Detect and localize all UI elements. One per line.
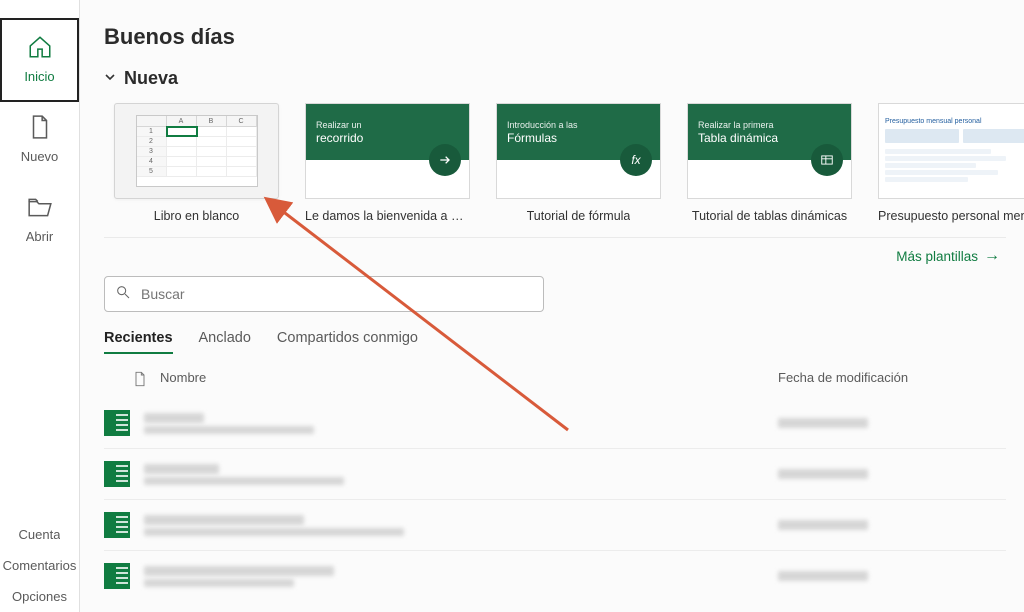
template-caption: Libro en blanco: [154, 209, 239, 223]
search-box[interactable]: [104, 276, 544, 312]
template-pivot-tutorial[interactable]: Realizar la primera Tabla dinámica Tutor…: [687, 103, 852, 223]
sidebar-label-account: Cuenta: [19, 527, 61, 542]
file-list-headers: Nombre Fecha de modificación: [104, 370, 1006, 398]
sidebar: Inicio Nuevo Abrir Cuenta Comentarios Op…: [0, 0, 80, 612]
sidebar-item-options[interactable]: Opciones: [0, 581, 79, 612]
sidebar-item-feedback[interactable]: Comentarios: [0, 550, 79, 581]
greeting-title: Buenos días: [104, 24, 1006, 50]
document-icon: [132, 370, 160, 388]
template-formula-tutorial[interactable]: Introducción a las Fórmulas fx Tutorial …: [496, 103, 661, 223]
section-new-title: Nueva: [124, 68, 178, 89]
template-caption: Tutorial de fórmula: [527, 209, 631, 223]
home-icon: [27, 34, 53, 63]
sidebar-label-feedback: Comentarios: [3, 558, 77, 573]
template-thumb-budget: Presupuesto mensual personal: [878, 103, 1024, 199]
template-thumb-blank: ABC 1 2 3 4 5: [114, 103, 279, 199]
arrow-right-icon: →: [984, 248, 1000, 264]
file-row[interactable]: [104, 499, 1006, 550]
new-file-icon: [27, 114, 53, 143]
excel-file-icon: [104, 512, 130, 538]
excel-file-icon: [104, 410, 130, 436]
template-thumb-formula: Introducción a las Fórmulas fx: [496, 103, 661, 199]
file-list: [104, 398, 1006, 601]
column-header-date[interactable]: Fecha de modificación: [778, 370, 998, 388]
template-caption: Presupuesto personal mensual: [878, 209, 1024, 223]
tab-shared[interactable]: Compartidos conmigo: [277, 330, 418, 354]
more-templates-label: Más plantillas: [896, 249, 978, 264]
arrow-right-icon: [429, 144, 461, 176]
open-folder-icon: [27, 194, 53, 223]
template-caption: Tutorial de tablas dinámicas: [692, 209, 847, 223]
sidebar-label-home: Inicio: [24, 69, 54, 84]
sidebar-item-new[interactable]: Nuevo: [0, 100, 79, 180]
template-personal-budget[interactable]: Presupuesto mensual personal Presupuesto…: [878, 103, 1024, 223]
template-caption: Le damos la bienvenida a Ex…: [305, 209, 470, 223]
fx-icon: fx: [620, 144, 652, 176]
search-input[interactable]: [141, 286, 533, 302]
sidebar-item-account[interactable]: Cuenta: [0, 519, 79, 550]
templates-row: ABC 1 2 3 4 5 Libro en blanco Realizar u…: [104, 97, 1006, 238]
sidebar-label-new: Nuevo: [21, 149, 59, 164]
sidebar-item-open[interactable]: Abrir: [0, 180, 79, 260]
table-icon: [811, 144, 843, 176]
section-new-header[interactable]: Nueva: [104, 68, 1006, 89]
tab-recent[interactable]: Recientes: [104, 330, 173, 354]
sidebar-label-open: Abrir: [26, 229, 53, 244]
file-row[interactable]: [104, 448, 1006, 499]
template-thumb-tour: Realizar un recorrido: [305, 103, 470, 199]
excel-file-icon: [104, 461, 130, 487]
file-tabs: Recientes Anclado Compartidos conmigo: [104, 330, 1006, 354]
template-blank-workbook[interactable]: ABC 1 2 3 4 5 Libro en blanco: [114, 103, 279, 223]
file-row[interactable]: [104, 550, 1006, 601]
more-templates-link[interactable]: Más plantillas →: [896, 248, 1000, 264]
sidebar-label-options: Opciones: [12, 589, 67, 604]
template-thumb-pivot: Realizar la primera Tabla dinámica: [687, 103, 852, 199]
excel-file-icon: [104, 563, 130, 589]
chevron-down-icon: [104, 70, 116, 88]
main-panel: Buenos días Nueva ABC 1 2 3 4 5: [80, 0, 1024, 612]
search-icon: [115, 284, 131, 305]
tab-pinned[interactable]: Anclado: [199, 330, 251, 354]
file-row[interactable]: [104, 398, 1006, 448]
template-welcome-tour[interactable]: Realizar un recorrido Le damos la bienve…: [305, 103, 470, 223]
sidebar-item-home[interactable]: Inicio: [0, 18, 79, 102]
column-header-name[interactable]: Nombre: [160, 370, 778, 388]
